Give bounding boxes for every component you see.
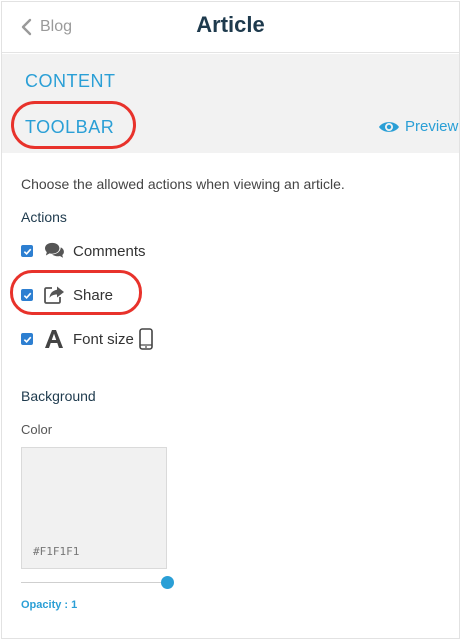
comments-label: Comments [73, 242, 146, 260]
action-font-size: Font size [21, 328, 153, 350]
actions-heading: Actions [21, 209, 67, 225]
checkmark-icon [23, 336, 31, 343]
article-settings-panel: Blog Article CONTENT TOOLBAR Preview Cho… [1, 1, 460, 639]
checkmark-icon [23, 248, 31, 255]
opacity-slider[interactable] [21, 576, 174, 589]
page-title: Article [196, 12, 265, 37]
opacity-slider-handle[interactable] [161, 576, 174, 589]
tab-band: CONTENT TOOLBAR Preview [2, 54, 459, 153]
font-size-checkbox[interactable] [21, 333, 33, 345]
font-size-icon [43, 329, 65, 349]
opacity-readout: Opacity :1 [21, 599, 77, 611]
action-share: Share [21, 284, 113, 306]
header: Blog Article [2, 2, 459, 53]
share-icon [43, 285, 65, 305]
eye-icon [379, 121, 399, 132]
opacity-slider-track [21, 582, 167, 583]
checkmark-icon [23, 292, 31, 299]
actions-description: Choose the allowed actions when viewing … [21, 176, 345, 192]
share-label: Share [73, 286, 114, 304]
background-heading: Background [21, 388, 96, 404]
font-size-label: Font size [73, 330, 134, 348]
tab-toolbar[interactable]: TOOLBAR [25, 117, 114, 138]
mobile-phone-icon [139, 328, 153, 350]
action-comments: Comments [21, 240, 146, 262]
share-checkbox[interactable] [21, 289, 33, 301]
opacity-label: Opacity : [21, 599, 69, 611]
tab-content[interactable]: CONTENT [25, 71, 116, 92]
color-hex-value: #F1F1F1 [33, 545, 80, 558]
comments-checkbox[interactable] [21, 245, 33, 257]
opacity-value: 1 [71, 599, 78, 611]
preview-button[interactable]: Preview [378, 118, 458, 135]
color-label: Color [21, 422, 53, 437]
color-swatch[interactable]: #F1F1F1 [21, 447, 167, 569]
preview-label: Preview [405, 118, 459, 135]
comments-icon [43, 241, 65, 261]
